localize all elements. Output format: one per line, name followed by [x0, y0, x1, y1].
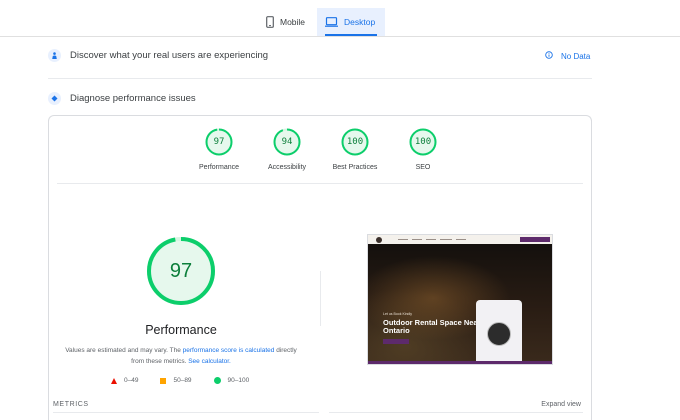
screenshot-headline: Outdoor Rental Space Near Ontario [383, 318, 481, 335]
page-screenshot[interactable]: Let us Book Kindly Outdoor Rental Space … [367, 234, 553, 365]
score-gauge-best-practices[interactable]: 100 Best Practices [320, 128, 390, 171]
metrics-heading: METRICS [53, 401, 89, 408]
score-label: SEO [415, 164, 431, 171]
screenshot-nav-link [456, 239, 466, 240]
score-label: Performance [198, 164, 240, 171]
pass-circle-icon [213, 377, 221, 384]
screenshot-hero-button [383, 339, 409, 344]
desc-text-1: Values are estimated and may vary. The [65, 347, 183, 354]
legend-poor: 0–49 [111, 377, 138, 384]
main-score-value: 97 [169, 260, 193, 282]
fail-triangle-icon [111, 377, 117, 384]
metrics-divider-gap [319, 412, 329, 413]
score-gauge-accessibility[interactable]: 94 Accessibility [252, 128, 322, 171]
screenshot-hero-image [368, 244, 552, 364]
diagnose-icon [48, 92, 61, 105]
screenshot-nav-cta [520, 237, 550, 242]
screenshot-nav-link [440, 239, 452, 240]
tab-mobile-label: Mobile [280, 17, 306, 27]
screenshot-nav-link [412, 239, 422, 240]
score-gauge-performance[interactable]: 97 Performance [184, 128, 254, 171]
discover-section-header[interactable]: Discover what your real users are experi… [48, 49, 592, 62]
score-ring: 94 [273, 128, 301, 156]
score-calculated-link[interactable]: performance score is calculated [183, 347, 275, 354]
gauges-divider [57, 183, 583, 184]
report-card: 97 Performance 94 Accessibility 100 Best… [48, 115, 592, 420]
score-value: 100 [414, 137, 432, 147]
tab-desktop-label: Desktop [344, 17, 376, 27]
score-value: 97 [213, 137, 225, 147]
score-label: Best Practices [332, 164, 378, 171]
legend-good: 90–100 [213, 377, 250, 384]
expand-view-toggle[interactable]: Expand view [541, 401, 581, 408]
legend-average-label: 50–89 [173, 377, 192, 384]
score-label: Accessibility [267, 164, 307, 171]
main-score-description: Values are estimated and may vary. The p… [59, 345, 303, 367]
screenshot-kicker: Let us Book Kindly [383, 312, 412, 316]
score-value: 94 [281, 137, 293, 147]
score-ring: 100 [409, 128, 437, 156]
diagnose-title: Diagnose performance issues [70, 93, 196, 104]
screenshot-bottom-bar [368, 361, 552, 364]
score-ring: 100 [341, 128, 369, 156]
no-data-label: No Data [561, 51, 591, 61]
average-square-icon [160, 377, 167, 384]
legend-average: 50–89 [160, 377, 192, 384]
score-value: 100 [346, 137, 364, 147]
screenshot-nav [368, 235, 552, 244]
screenshot-nav-link [398, 239, 408, 240]
tab-mobile[interactable]: Mobile [258, 8, 318, 36]
tabs-divider [0, 36, 680, 37]
score-gauge-seo[interactable]: 100 SEO [388, 128, 458, 171]
legend-poor-label: 0–49 [124, 377, 139, 384]
laptop-icon [325, 17, 338, 27]
section-divider [48, 78, 592, 79]
no-data-status: No Data [545, 51, 590, 61]
screenshot-logo [376, 237, 382, 243]
user-experience-icon [48, 49, 61, 62]
device-tabs: Mobile Desktop [0, 8, 680, 36]
metrics-divider [53, 412, 583, 413]
vertical-divider [320, 271, 321, 326]
tab-desktop[interactable]: Desktop [317, 8, 385, 36]
score-ring: 97 [205, 128, 233, 156]
score-legend: 0–49 50–89 90–100 [111, 377, 271, 384]
screenshot-nav-link [426, 239, 436, 240]
smartphone-icon [266, 16, 274, 28]
info-icon [545, 51, 553, 61]
discover-title: Discover what your real users are experi… [70, 50, 269, 61]
diagnose-section-header[interactable]: Diagnose performance issues [48, 92, 592, 105]
performance-main-gauge: 97 [146, 236, 216, 306]
calculator-link[interactable]: See calculator. [188, 358, 231, 365]
screenshot-badge-logo [487, 322, 511, 346]
legend-good-label: 90–100 [227, 377, 250, 384]
screenshot-phone-card [476, 300, 522, 362]
main-score-title: Performance [145, 323, 217, 337]
